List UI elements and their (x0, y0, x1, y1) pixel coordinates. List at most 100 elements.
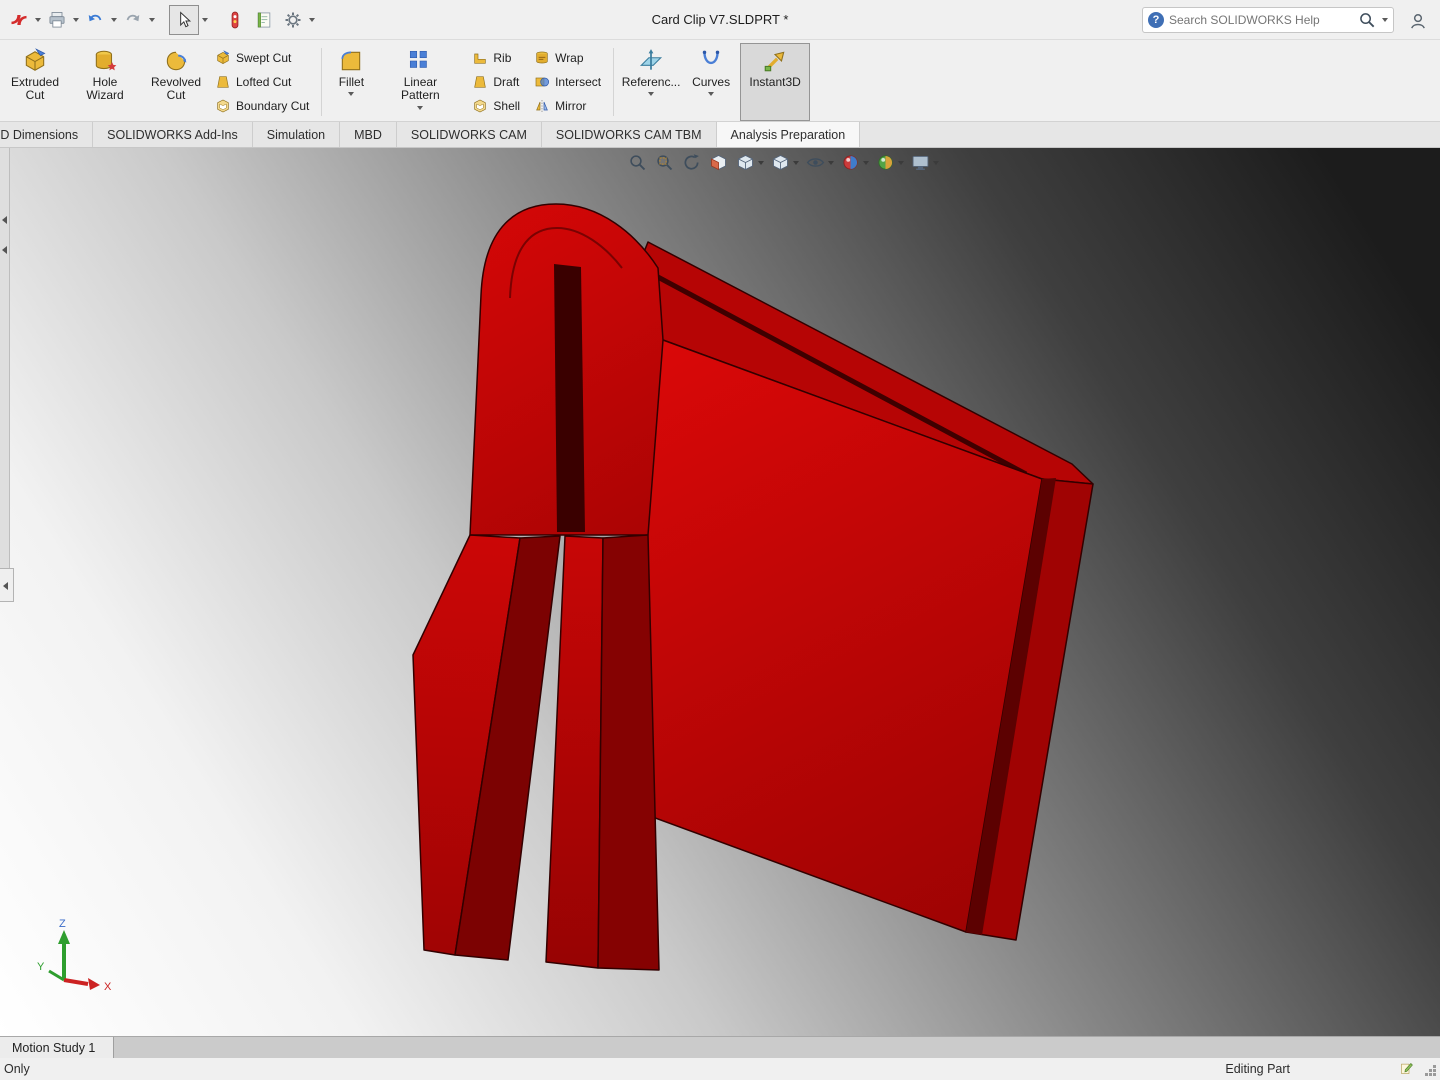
view-settings-caret-icon[interactable] (933, 161, 939, 165)
boundary-cut-label: Boundary Cut (236, 99, 309, 113)
hide-show-items-button[interactable] (804, 151, 835, 174)
curves-button[interactable]: Curves (684, 43, 738, 121)
model-middle-finger-side-face[interactable] (598, 535, 659, 970)
instant3d-toggle-button[interactable]: Instant3D (740, 43, 810, 121)
solidworks-menu-button[interactable] (6, 7, 32, 33)
eye-icon (805, 152, 826, 173)
resize-grip[interactable] (1433, 1073, 1436, 1076)
rib-draft-shell-stack: Rib Draft Shell (465, 43, 527, 121)
draft-button[interactable]: Draft (472, 71, 520, 92)
edit-appearance-button[interactable] (839, 151, 870, 174)
fillet-button[interactable]: Fillet (328, 43, 374, 121)
menu-caret-icon[interactable] (35, 18, 41, 22)
search-scope-caret-icon[interactable] (1382, 18, 1388, 22)
select-caret-icon[interactable] (202, 18, 208, 22)
shell-label: Shell (493, 99, 520, 113)
lofted-cut-button[interactable]: Lofted Cut (215, 71, 309, 92)
z-axis-arrow (58, 930, 70, 944)
design-journal-button[interactable] (251, 7, 277, 33)
display-style-button[interactable] (769, 151, 800, 174)
fillet-icon (338, 48, 364, 74)
motion-study-tab[interactable]: Motion Study 1 (0, 1037, 114, 1058)
tab-analysis-preparation[interactable]: Analysis Preparation (717, 122, 861, 147)
wrap-button[interactable]: Wrap (534, 47, 601, 68)
scene-caret-icon[interactable] (898, 161, 904, 165)
model-middle-finger-face[interactable] (546, 536, 603, 968)
tab-solidworks-add-ins[interactable]: SOLIDWORKS Add-Ins (93, 122, 253, 147)
command-manager-ribbon: Extruded Cut Hole Wizard Revolved Cut Sw… (0, 40, 1440, 122)
graphics-viewport[interactable]: Z Y X (0, 148, 1440, 1036)
heads-up-view-toolbar (626, 151, 940, 174)
tab-solidworks-cam-tbm[interactable]: SOLIDWORKS CAM TBM (542, 122, 717, 147)
print-caret-icon[interactable] (73, 18, 79, 22)
status-left-text: Only (0, 1062, 30, 1076)
monitor-icon (910, 152, 931, 173)
tab-row-filler (860, 122, 1440, 147)
panel-expand-handle[interactable] (0, 568, 14, 602)
model-3d-card-clip[interactable] (0, 148, 1440, 1036)
swept-cut-button[interactable]: Swept Cut (215, 47, 309, 68)
view-orientation-button[interactable] (734, 151, 765, 174)
lofted-cut-icon (215, 74, 231, 90)
y-axis-label: Y (37, 961, 45, 973)
options-button[interactable] (280, 7, 306, 33)
login-button[interactable] (1404, 7, 1432, 35)
tab-mbd-dimensions[interactable]: BD Dimensions (0, 122, 93, 147)
reference-flyout-caret-icon[interactable] (648, 92, 654, 96)
x-axis-arrow (88, 978, 100, 990)
question-glyph: ? (1153, 14, 1160, 26)
status-bar: Only Editing Part (0, 1058, 1440, 1080)
rib-icon (472, 50, 488, 66)
hide-show-caret-icon[interactable] (828, 161, 834, 165)
linear-pattern-flyout-caret-icon[interactable] (417, 106, 423, 110)
help-search-box[interactable]: ? (1142, 7, 1394, 33)
redo-button[interactable] (120, 7, 146, 33)
print-icon (47, 10, 67, 30)
model-bend-slot-face[interactable] (554, 264, 585, 532)
solidworks-logo-icon (9, 10, 29, 30)
extruded-cut-label: Extruded Cut (9, 76, 61, 103)
fillet-flyout-caret-icon[interactable] (348, 92, 354, 96)
undo-button[interactable] (82, 7, 108, 33)
rib-button[interactable]: Rib (472, 47, 520, 68)
curves-icon (698, 48, 724, 74)
revolved-cut-icon (163, 48, 189, 74)
options-caret-icon[interactable] (309, 18, 315, 22)
shell-button[interactable]: Shell (472, 95, 520, 116)
extruded-cut-button[interactable]: Extruded Cut (5, 43, 65, 121)
previous-view-button[interactable] (680, 151, 703, 174)
search-icon[interactable] (1357, 10, 1377, 30)
view-settings-button[interactable] (909, 151, 940, 174)
undo-caret-icon[interactable] (111, 18, 117, 22)
select-tool-button[interactable] (169, 5, 199, 35)
tab-solidworks-cam[interactable]: SOLIDWORKS CAM (397, 122, 542, 147)
curves-flyout-caret-icon[interactable] (708, 92, 714, 96)
appearance-caret-icon[interactable] (863, 161, 869, 165)
zoom-fit-button[interactable] (626, 151, 649, 174)
display-style-caret-icon[interactable] (793, 161, 799, 165)
zoom-area-button[interactable] (653, 151, 676, 174)
collapse-arrow-icon[interactable] (2, 246, 7, 254)
help-search-input[interactable] (1169, 13, 1352, 27)
section-view-button[interactable] (707, 151, 730, 174)
section-view-icon (708, 152, 729, 173)
feature-manager-collapsed-panel[interactable] (0, 148, 10, 600)
z-axis-label: Z (59, 918, 66, 930)
boundary-cut-button[interactable]: Boundary Cut (215, 95, 309, 116)
linear-pattern-button[interactable]: Linear Pattern (376, 43, 464, 121)
revolved-cut-button[interactable]: Revolved Cut (145, 43, 207, 121)
apply-scene-button[interactable] (874, 151, 905, 174)
collapse-arrow-icon[interactable] (2, 216, 7, 224)
hole-wizard-button[interactable]: Hole Wizard (67, 43, 143, 121)
reference-geometry-button[interactable]: Referenc... (620, 43, 682, 121)
intersect-button[interactable]: Intersect (534, 71, 601, 92)
redo-caret-icon[interactable] (149, 18, 155, 22)
tab-mbd[interactable]: MBD (340, 122, 397, 147)
tab-simulation[interactable]: Simulation (253, 122, 340, 147)
fillet-label: Fillet (339, 76, 364, 89)
linear-pattern-label: Linear Pattern (388, 76, 452, 103)
mirror-button[interactable]: Mirror (534, 95, 601, 116)
feature-statistics-button[interactable] (222, 7, 248, 33)
print-button[interactable] (44, 7, 70, 33)
view-orientation-caret-icon[interactable] (758, 161, 764, 165)
